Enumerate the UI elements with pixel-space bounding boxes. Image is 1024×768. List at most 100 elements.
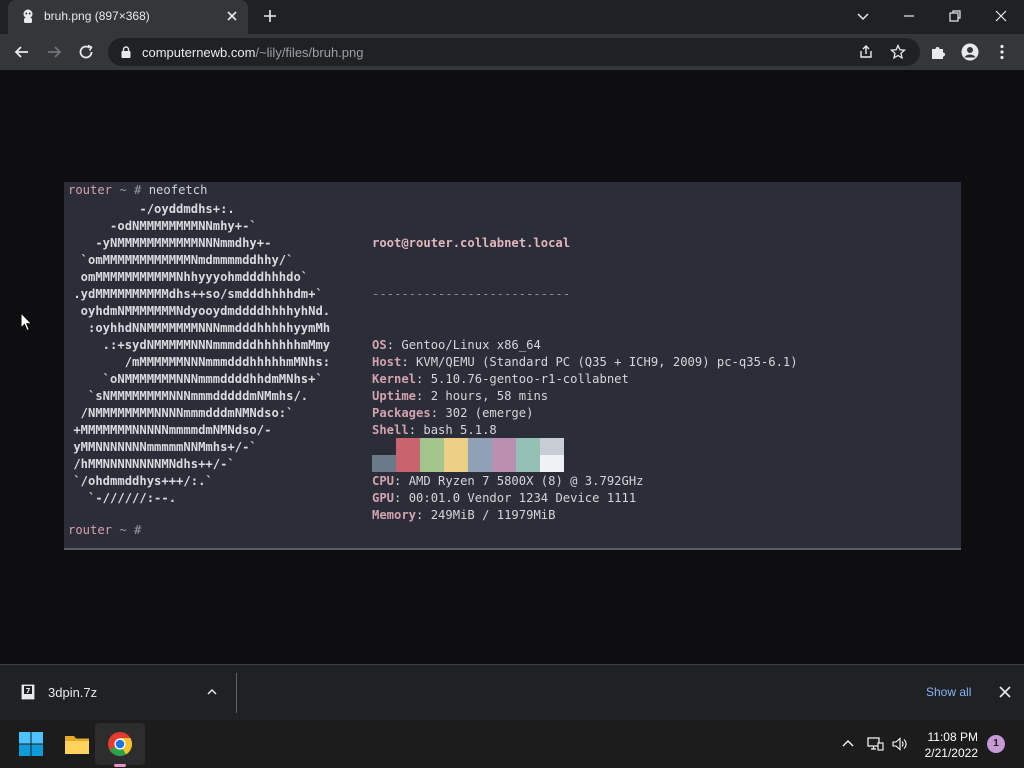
- back-icon[interactable]: [13, 43, 31, 61]
- tab-search-icon[interactable]: [853, 6, 873, 26]
- archive-file-icon: 7: [20, 683, 36, 701]
- info-value: 00:01.0 Vendor 1234 Device 1111: [408, 491, 637, 505]
- info-value: AMD Ryzen 7 5800X (8) @ 3.792GHz: [408, 474, 644, 488]
- color-swatch: [468, 455, 492, 472]
- windows-taskbar: 11:08 PM 2/21/2022 1: [0, 720, 1024, 768]
- download-filename[interactable]: 3dpin.7z: [48, 685, 97, 700]
- url-text[interactable]: computernewb.com/~lily/files/bruh.png: [142, 45, 363, 60]
- gentoo-ascii-logo: -/oyddmdhs+:. -odNMMMMMMMMNNmhy+-` -yNMM…: [66, 201, 330, 507]
- info-colon: :: [430, 406, 446, 420]
- logo-line: -odNMMMMMMMMNNmhy+-`: [66, 219, 257, 233]
- color-swatch: [372, 438, 396, 455]
- new-tab-icon[interactable]: [262, 8, 278, 24]
- system-info: root@router.collabnet.local ------------…: [372, 201, 798, 550]
- user-host: root@router.collabnet.local: [372, 236, 571, 250]
- color-swatch: [468, 438, 492, 455]
- info-colon: :: [386, 338, 402, 352]
- logo-line: oyhdmNMMMMMMMNdyooydmddddhhhhyhNd.: [66, 304, 331, 318]
- logo-line: `sNMMMMMMMMNNNmmmdddddmNMmhs/.: [66, 389, 309, 403]
- chevron-up-icon[interactable]: [205, 685, 219, 699]
- reload-icon[interactable]: [77, 43, 95, 61]
- logo-line: yMMNNNNNNNmmmmmNNMmhs+/-`: [66, 440, 257, 454]
- start-windows-icon[interactable]: [18, 731, 44, 757]
- network-icon[interactable]: [866, 735, 884, 753]
- menu-kebab-icon[interactable]: [993, 43, 1011, 61]
- logo-line: `-//////:--.: [66, 491, 177, 505]
- close-window-icon[interactable]: [991, 6, 1011, 26]
- info-value: 302 (emerge): [445, 406, 534, 420]
- shelf-divider: [236, 673, 237, 713]
- info-row: Packages: 302 (emerge): [372, 405, 798, 422]
- prompt-command: neofetch: [148, 183, 208, 197]
- logo-line: -yNMMMMMMMMMMMNNNmmdhy+-: [66, 236, 272, 250]
- logo-line: -/oyddmdhs+:.: [66, 202, 235, 216]
- info-row: OS: Gentoo/Linux x86_64: [372, 337, 798, 354]
- bookmark-star-icon[interactable]: [890, 44, 906, 60]
- address-bar[interactable]: computernewb.com/~lily/files/bruh.png: [108, 38, 920, 66]
- chrome-icon[interactable]: [106, 730, 134, 758]
- info-colon: :: [416, 508, 431, 522]
- info-key: Memory: [372, 508, 417, 522]
- tab-bruh-png[interactable]: bruh.png (897×368): [8, 0, 248, 34]
- logo-line: :oyhhdNNMMMMMMMNNNmmdddhhhhhyymMh: [66, 321, 331, 335]
- clock-date: 2/21/2022: [924, 746, 978, 760]
- minimize-icon[interactable]: [899, 6, 919, 26]
- prompt-line-2: router ~ #: [68, 522, 149, 539]
- color-swatch: [444, 455, 468, 472]
- image-viewer: router ~ # neofetch -/oyddmdhs+:. -odNMM…: [0, 70, 1024, 664]
- url-path: /~lily/files/bruh.png: [255, 45, 364, 60]
- tab-strip: bruh.png (897×368): [0, 0, 1024, 34]
- logo-line: /hMMNNNNNNNNMNdhs++/-`: [66, 457, 235, 471]
- info-row: Memory: 249MiB / 11979MiB: [372, 507, 798, 524]
- chevron-up-tray-icon[interactable]: [839, 735, 857, 753]
- info-colon: :: [416, 372, 431, 386]
- logo-line: .ydMMMMMMMMMMdhs++so/smdddhhhhdm+`: [66, 287, 323, 301]
- color-swatch: [540, 438, 564, 455]
- svg-text:7: 7: [26, 687, 31, 695]
- tab-title: bruh.png (897×368): [44, 9, 150, 23]
- lock-icon[interactable]: [119, 45, 133, 59]
- color-swatch: [492, 455, 516, 472]
- info-key: OS: [372, 338, 387, 352]
- info-key: Uptime: [372, 389, 417, 403]
- forward-icon[interactable]: [45, 43, 63, 61]
- logo-line: .:+sydNMMMMMNNNmmmdddhhhhhhmMmy: [66, 338, 331, 352]
- info-key: GPU: [372, 491, 395, 505]
- share-icon[interactable]: [858, 44, 874, 60]
- info-value: KVM/QEMU (Standard PC (Q35 + ICH9, 2009)…: [416, 355, 798, 369]
- color-swatch: [516, 455, 540, 472]
- logo-line: /NMMMMMMMMNNNNmmmdddmNMNdso:`: [66, 406, 294, 420]
- extensions-puzzle-icon[interactable]: [929, 43, 947, 61]
- info-value: 5.10.76-gentoo-r1-collabnet: [430, 372, 629, 386]
- color-swatch: [540, 455, 564, 472]
- color-swatch: [396, 455, 420, 472]
- logo-line: `/ohdmmddhys+++/:.`: [66, 474, 213, 488]
- color-swatch: [516, 438, 540, 455]
- close-shelf-icon[interactable]: [998, 685, 1012, 699]
- download-shelf: 7 3dpin.7z Show all: [0, 664, 1024, 720]
- prompt-line-1: router ~ # neofetch: [68, 182, 207, 199]
- info-key: Kernel: [372, 372, 417, 386]
- file-explorer-icon[interactable]: [63, 730, 91, 758]
- logo-line: omMMMMMMMMMMMNhhyyyohmdddhhhdo`: [66, 270, 309, 284]
- info-row: Shell: bash 5.1.8: [372, 422, 798, 439]
- color-palette: [372, 438, 564, 472]
- volume-icon[interactable]: [891, 735, 909, 753]
- url-host: computernewb.com: [142, 45, 256, 60]
- info-value: 2 hours, 58 mins: [430, 389, 549, 403]
- color-swatch: [420, 438, 444, 455]
- close-tab-icon[interactable]: [224, 8, 240, 24]
- system-clock[interactable]: 11:08 PM 2/21/2022: [922, 729, 978, 761]
- show-all-button[interactable]: Show all: [926, 685, 971, 699]
- info-row: CPU: AMD Ryzen 7 5800X (8) @ 3.792GHz: [372, 473, 798, 490]
- info-key: Packages: [372, 406, 431, 420]
- info-colon: :: [401, 355, 417, 369]
- profile-avatar-icon[interactable]: [961, 43, 979, 61]
- notification-badge[interactable]: 1: [987, 735, 1005, 753]
- terminal-bottom-bar: [64, 548, 961, 550]
- browser-toolbar: computernewb.com/~lily/files/bruh.png: [0, 34, 1024, 70]
- restore-icon[interactable]: [945, 6, 965, 26]
- info-colon: :: [394, 491, 409, 505]
- terminal-screenshot[interactable]: router ~ # neofetch -/oyddmdhs+:. -odNMM…: [64, 182, 961, 550]
- info-row: Host: KVM/QEMU (Standard PC (Q35 + ICH9,…: [372, 354, 798, 371]
